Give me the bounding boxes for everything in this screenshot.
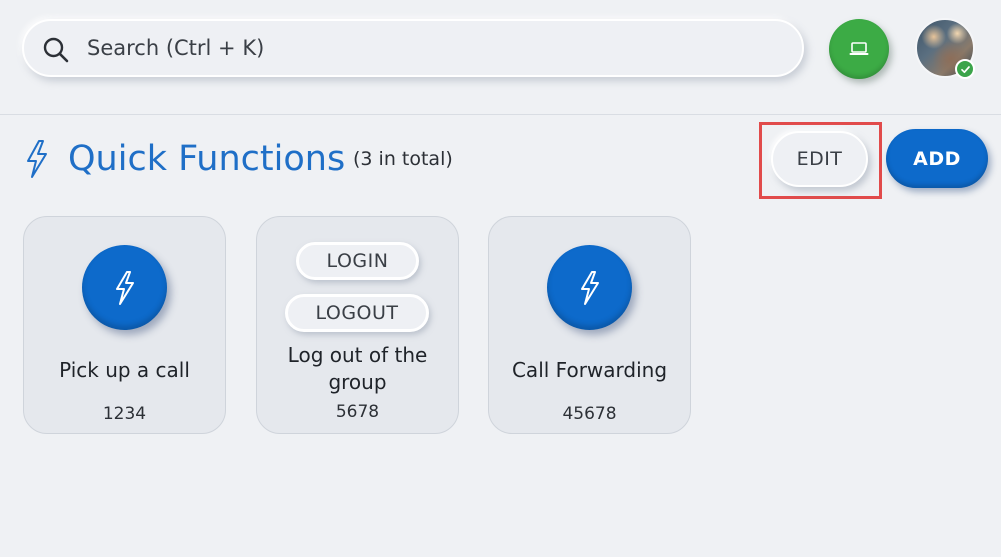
device-button[interactable]: [829, 19, 889, 79]
function-button[interactable]: [547, 245, 632, 330]
total-count: (3 in total): [353, 148, 453, 170]
laptop-icon: [849, 42, 869, 55]
quick-function-card[interactable]: Call Forwarding 45678: [488, 216, 691, 434]
user-avatar[interactable]: [915, 18, 975, 79]
card-number: 1234: [102, 404, 147, 424]
card-number: 45678: [562, 404, 617, 424]
lightning-bolt-icon: [27, 140, 47, 178]
add-button[interactable]: ADD: [886, 129, 988, 188]
quick-function-card[interactable]: LOGIN LOGOUT Log out of the group 5678: [256, 216, 459, 434]
card-label: Call Forwarding: [511, 358, 668, 382]
page-title: Quick Functions: [68, 139, 346, 179]
top-bar: [0, 0, 1001, 115]
lightning-bolt-icon: [580, 270, 599, 305]
search-icon: [43, 37, 69, 63]
login-button[interactable]: LOGIN: [296, 242, 419, 280]
function-button[interactable]: [82, 245, 167, 330]
quick-function-card[interactable]: Pick up a call 1234: [23, 216, 226, 434]
edit-button[interactable]: EDIT: [771, 131, 868, 187]
card-number: 5678: [335, 402, 380, 422]
card-label: Log out of the group: [287, 343, 428, 394]
card-label: Pick up a call: [59, 358, 190, 382]
search-box[interactable]: [22, 19, 804, 77]
online-status-badge: [955, 59, 975, 79]
logout-button[interactable]: LOGOUT: [285, 294, 429, 332]
checkmark-icon: [960, 65, 970, 73]
lightning-bolt-icon: [115, 270, 134, 305]
search-input[interactable]: [87, 21, 787, 75]
